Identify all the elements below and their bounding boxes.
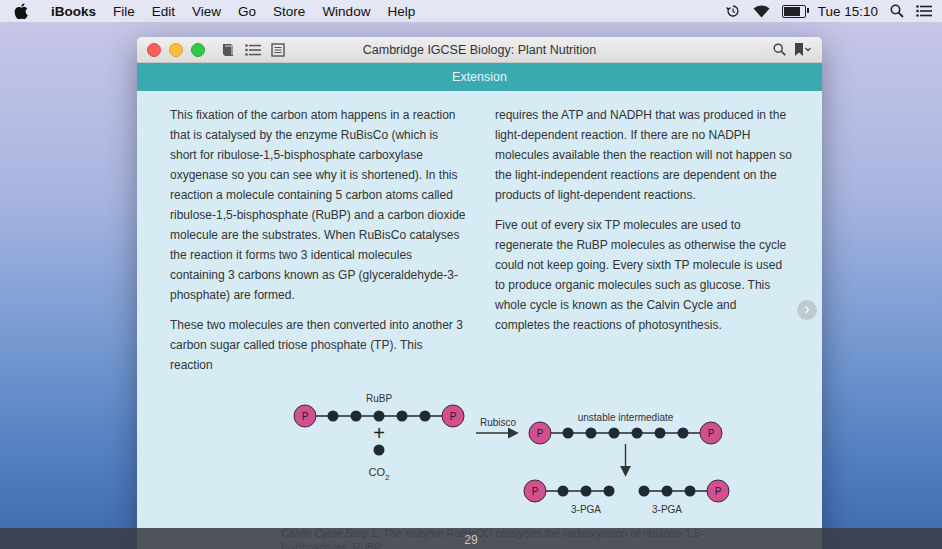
- menu-item[interactable]: Go: [238, 4, 256, 19]
- phosphate-node: P: [529, 422, 551, 444]
- page-bar: 29: [0, 528, 942, 549]
- carbon-node: [678, 428, 689, 439]
- paragraph: Five out of every six TP molecules are u…: [495, 215, 792, 335]
- apple-icon[interactable]: [14, 3, 28, 19]
- svg-text:P: P: [532, 486, 539, 497]
- svg-text:P: P: [708, 428, 715, 439]
- svg-text:P: P: [537, 428, 544, 439]
- carbon-node: [586, 428, 597, 439]
- carbon-node: [604, 486, 615, 497]
- calvin-cycle-diagram: PPPPPPRuBP+CO2Rubiscounstable intermedia…: [137, 385, 822, 520]
- paragraph: These two molecules are then converted i…: [170, 315, 467, 375]
- phosphate-node: P: [524, 480, 546, 502]
- phosphate-node: P: [707, 480, 729, 502]
- molecule: P: [639, 480, 730, 502]
- menu-item[interactable]: View: [192, 4, 221, 19]
- menu-item[interactable]: Window: [322, 4, 370, 19]
- spotlight-icon[interactable]: [890, 4, 904, 18]
- carbon-node: [655, 428, 666, 439]
- product-label: 3-PGA: [571, 504, 601, 515]
- text-column: requires the ATP and NADPH that was prod…: [495, 105, 792, 385]
- phosphate-node: P: [700, 422, 722, 444]
- carbon-node: [563, 428, 574, 439]
- svg-text:P: P: [450, 411, 457, 422]
- desktop: iBooks File Edit View Go Store Window Help Tue 1…: [0, 0, 942, 549]
- plus-sign: +: [373, 422, 385, 444]
- svg-text:P: P: [715, 486, 722, 497]
- svg-text:P: P: [302, 411, 309, 422]
- book-window: Cambridge IGCSE Biology: Plant Nutrition…: [137, 37, 822, 549]
- notification-list-icon[interactable]: [916, 5, 932, 17]
- wifi-icon[interactable]: [753, 5, 770, 18]
- section-header: Extension: [137, 63, 822, 91]
- reaction-arrow: [476, 432, 516, 433]
- search-icon[interactable]: [773, 43, 786, 56]
- sync-icon[interactable]: [725, 4, 741, 18]
- carbon-node: [581, 486, 592, 497]
- menu-item[interactable]: File: [113, 4, 135, 19]
- window-title: Cambridge IGCSE Biology: Plant Nutrition: [137, 43, 822, 57]
- molecule: PP: [529, 422, 722, 444]
- battery-icon[interactable]: [782, 5, 806, 18]
- notes-icon[interactable]: [271, 43, 285, 57]
- text-column: This fixation of the carbon atom happens…: [170, 105, 467, 385]
- phosphate-node: P: [294, 405, 316, 427]
- carbon-node: [397, 411, 408, 422]
- co2-label: CO2: [369, 466, 391, 482]
- carbon-node: [374, 411, 385, 422]
- carbon-node: [420, 411, 431, 422]
- paragraph: requires the ATP and NADPH that was prod…: [495, 105, 792, 205]
- intermediate-label: unstable intermediate: [578, 412, 674, 423]
- split-arrow: [625, 444, 626, 474]
- book-page: This fixation of the carbon atom happens…: [137, 91, 822, 549]
- product-label: 3-PGA: [652, 504, 682, 515]
- enzyme-label: Rubisco: [480, 417, 517, 428]
- carbon-node: [609, 428, 620, 439]
- carbon-node: [662, 486, 673, 497]
- carbon-node: [685, 486, 696, 497]
- carbon-node: [632, 428, 643, 439]
- carbon-node: [328, 411, 339, 422]
- carbon-node: [351, 411, 362, 422]
- molecule: P: [524, 480, 615, 502]
- carbon-node: [639, 486, 650, 497]
- app-menu[interactable]: iBooks: [51, 4, 96, 19]
- close-button[interactable]: [147, 43, 161, 57]
- menu-item[interactable]: Help: [387, 4, 415, 19]
- title-bar: Cambridge IGCSE Biology: Plant Nutrition: [137, 37, 822, 63]
- paragraph: This fixation of the carbon atom happens…: [170, 105, 467, 305]
- library-icon[interactable]: [221, 43, 235, 57]
- next-page-button[interactable]: ›: [797, 300, 817, 320]
- co2-carbon-node: [374, 445, 385, 456]
- phosphate-node: P: [442, 405, 464, 427]
- zoom-button[interactable]: [191, 43, 205, 57]
- page-number: 29: [464, 533, 477, 547]
- rubp-label: RuBP: [366, 393, 392, 404]
- minimize-button[interactable]: [169, 43, 183, 57]
- menu-item[interactable]: Edit: [152, 4, 175, 19]
- clock[interactable]: Tue 15:10: [818, 4, 878, 19]
- menu-item[interactable]: Store: [273, 4, 305, 19]
- carbon-node: [558, 486, 569, 497]
- contents-icon[interactable]: [245, 44, 261, 56]
- menu-bar: iBooks File Edit View Go Store Window Help Tue 1…: [0, 0, 942, 22]
- bookmark-icon[interactable]: [794, 43, 812, 56]
